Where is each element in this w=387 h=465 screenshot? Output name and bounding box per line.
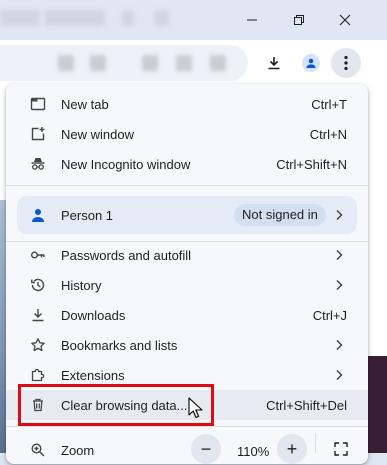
menu-item-label: Bookmarks and lists [61, 337, 178, 353]
minus-icon: − [200, 438, 212, 459]
highlight-box [18, 384, 214, 426]
menu-item-label: New tab [61, 96, 109, 112]
puzzle-piece-icon [29, 366, 47, 384]
restore-button[interactable] [276, 0, 322, 40]
menu-item-label: History [61, 277, 102, 293]
chevron-right-icon [335, 369, 345, 381]
menu-item-new-incognito-window[interactable]: New Incognito window Ctrl+Shift+N [6, 149, 368, 179]
menu-item-label: New Incognito window [61, 156, 191, 172]
menu-item-downloads[interactable]: Downloads Ctrl+J [6, 300, 368, 330]
chevron-right-icon [335, 279, 345, 291]
blurred-tab-title [0, 10, 40, 26]
blurred-tab-title [45, 10, 105, 26]
zoom-out-button[interactable]: − [191, 434, 221, 464]
zoom-level: 110% [237, 444, 270, 459]
menu-item-label: Extensions [61, 367, 125, 383]
profile-button[interactable] [296, 48, 326, 78]
close-window-button[interactable] [322, 0, 368, 40]
person-icon [306, 58, 316, 68]
blurred-tab-icon [155, 10, 169, 26]
download-icon [29, 306, 47, 324]
menu-divider [315, 433, 316, 453]
chevron-right-icon [335, 249, 345, 261]
restore-icon [294, 15, 304, 25]
menu-item-zoom: Zoom [6, 435, 368, 465]
menu-item-label: New window [61, 126, 134, 142]
menu-item-history[interactable]: History [6, 270, 368, 300]
blurred-tab-icon [122, 10, 134, 26]
menu-divider [6, 185, 368, 186]
shortcut-label: Ctrl+T [311, 96, 347, 112]
sign-in-status-badge: Not signed in [234, 204, 326, 226]
chevron-right-icon [335, 339, 345, 351]
chevron-right-icon [335, 209, 345, 221]
page-background-image [368, 356, 387, 453]
browser-toolbar [0, 40, 387, 86]
close-icon [339, 14, 351, 26]
plus-icon: + [286, 438, 298, 459]
new-window-icon [29, 125, 47, 143]
menu-divider [6, 426, 368, 427]
shortcut-label: Ctrl+J [312, 307, 347, 323]
menu-item-new-tab[interactable]: New tab Ctrl+T [6, 89, 368, 119]
shortcut-label: Ctrl+Shift+Del [266, 397, 347, 413]
downloads-button[interactable] [259, 48, 289, 78]
blurred-icon [90, 55, 106, 71]
new-tab-icon [29, 95, 47, 113]
shortcut-label: Ctrl+Shift+N [276, 156, 347, 172]
title-bar [0, 0, 387, 40]
minimize-button[interactable] [229, 0, 275, 40]
shortcut-label: Ctrl+N [309, 126, 347, 142]
menu-item-label: Downloads [61, 307, 126, 323]
kebab-menu-icon [344, 55, 348, 71]
avatar [302, 54, 320, 72]
zoom-in-button[interactable]: + [277, 434, 307, 464]
blurred-icon [176, 55, 192, 71]
menu-item-passwords-autofill[interactable]: Passwords and autofill [6, 240, 368, 270]
address-bar[interactable] [0, 45, 248, 81]
menu-item-label: Passwords and autofill [61, 247, 192, 263]
incognito-icon [29, 155, 47, 173]
menu-item-new-window[interactable]: New window Ctrl+N [6, 119, 368, 149]
profile-name: Person 1 [61, 208, 114, 223]
person-icon [29, 206, 47, 224]
key-icon [29, 246, 47, 264]
minimize-icon [247, 19, 257, 21]
chrome-menu-button[interactable] [331, 48, 361, 78]
fullscreen-icon [334, 442, 348, 456]
menu-item-profile[interactable]: Person 1 Not signed in [17, 196, 357, 234]
zoom-icon [29, 441, 47, 459]
star-icon [29, 336, 47, 354]
menu-item-label: Zoom [61, 442, 95, 458]
download-icon [268, 57, 280, 70]
menu-item-bookmarks-lists[interactable]: Bookmarks and lists [6, 330, 368, 360]
blurred-icon [210, 55, 226, 71]
fullscreen-button[interactable] [326, 434, 356, 464]
mouse-cursor-icon [188, 397, 203, 419]
blurred-icon [142, 55, 158, 71]
blurred-icon [58, 55, 74, 71]
history-icon [29, 276, 47, 294]
